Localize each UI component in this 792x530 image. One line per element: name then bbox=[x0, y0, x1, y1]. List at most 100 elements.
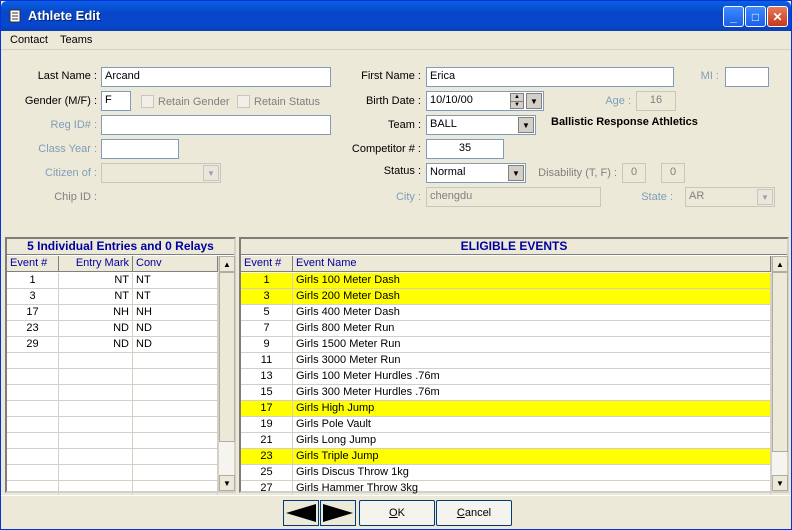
event-number[interactable]: 17 bbox=[241, 401, 293, 417]
entry-cell-empty[interactable] bbox=[59, 353, 133, 369]
gender-field[interactable]: F bbox=[101, 91, 131, 111]
entry-cell-empty[interactable] bbox=[133, 417, 218, 433]
menu-contact[interactable]: Contact bbox=[10, 34, 48, 46]
event-name[interactable]: Girls Triple Jump bbox=[293, 449, 771, 465]
event-number[interactable]: 7 bbox=[241, 321, 293, 337]
title-bar[interactable]: Athlete Edit _ □ ✕ bbox=[1, 1, 791, 31]
next-athlete-button[interactable] bbox=[320, 500, 356, 526]
entry-cell[interactable]: NT bbox=[59, 273, 133, 289]
event-number[interactable]: 13 bbox=[241, 369, 293, 385]
close-button[interactable]: ✕ bbox=[767, 6, 788, 27]
prev-athlete-button[interactable] bbox=[283, 500, 319, 526]
entries-scrollbar[interactable]: ▲ ▼ bbox=[218, 256, 235, 491]
entry-cell[interactable]: 17 bbox=[7, 305, 59, 321]
competitor-field[interactable]: 35 bbox=[426, 139, 504, 159]
entry-cell-empty[interactable] bbox=[59, 449, 133, 465]
event-number[interactable]: 11 bbox=[241, 353, 293, 369]
events-scroll-thumb[interactable] bbox=[772, 272, 788, 452]
entry-cell[interactable]: 29 bbox=[7, 337, 59, 353]
mi-field[interactable] bbox=[725, 67, 769, 87]
entry-cell-empty[interactable] bbox=[59, 465, 133, 481]
entries-scroll-thumb[interactable] bbox=[219, 272, 235, 442]
event-name[interactable]: Girls 300 Meter Hurdles .76m bbox=[293, 385, 771, 401]
first-name-field[interactable]: Erica bbox=[426, 67, 674, 87]
entry-cell[interactable]: ND bbox=[59, 337, 133, 353]
event-number[interactable]: 1 bbox=[241, 273, 293, 289]
event-name[interactable]: Girls Pole Vault bbox=[293, 417, 771, 433]
entry-cell-empty[interactable] bbox=[133, 385, 218, 401]
event-number[interactable]: 9 bbox=[241, 337, 293, 353]
birth-date-field[interactable]: 10/10/00 ▲ ▼ ▼ bbox=[426, 91, 544, 111]
col-entry-mark[interactable]: Entry Mark bbox=[59, 256, 133, 272]
birth-date-spinner[interactable]: ▲ ▼ bbox=[510, 93, 524, 109]
scroll-up-icon[interactable]: ▲ bbox=[219, 256, 235, 272]
chevron-down-icon[interactable]: ▼ bbox=[518, 117, 534, 133]
entry-cell[interactable]: ND bbox=[133, 321, 218, 337]
event-name[interactable]: Girls 100 Meter Dash bbox=[293, 273, 771, 289]
entry-cell[interactable]: 23 bbox=[7, 321, 59, 337]
entry-cell-empty[interactable] bbox=[59, 433, 133, 449]
entry-cell-empty[interactable] bbox=[133, 449, 218, 465]
entry-cell[interactable]: NT bbox=[59, 289, 133, 305]
scroll-down-icon[interactable]: ▼ bbox=[219, 475, 235, 491]
spin-up-icon[interactable]: ▲ bbox=[511, 94, 523, 101]
entry-cell-empty[interactable] bbox=[7, 369, 59, 385]
class-year-field[interactable] bbox=[101, 139, 179, 159]
entry-cell[interactable]: NH bbox=[133, 305, 218, 321]
entry-cell-empty[interactable] bbox=[133, 401, 218, 417]
event-name[interactable]: Girls Long Jump bbox=[293, 433, 771, 449]
entry-cell-empty[interactable] bbox=[7, 385, 59, 401]
event-name[interactable]: Girls 200 Meter Dash bbox=[293, 289, 771, 305]
event-name[interactable]: Girls Discus Throw 1kg bbox=[293, 465, 771, 481]
scroll-up-icon[interactable]: ▲ bbox=[772, 256, 788, 272]
maximize-button[interactable]: □ bbox=[745, 6, 766, 27]
col-event-num[interactable]: Event # bbox=[241, 256, 293, 272]
entry-cell-empty[interactable] bbox=[7, 401, 59, 417]
entry-cell[interactable]: 1 bbox=[7, 273, 59, 289]
scroll-down-icon[interactable]: ▼ bbox=[772, 475, 788, 491]
entry-cell-empty[interactable] bbox=[59, 401, 133, 417]
entry-cell[interactable]: NH bbox=[59, 305, 133, 321]
col-event-num[interactable]: Event # bbox=[7, 256, 59, 272]
entry-cell-empty[interactable] bbox=[133, 369, 218, 385]
minimize-button[interactable]: _ bbox=[723, 6, 744, 27]
event-name[interactable]: Girls 800 Meter Run bbox=[293, 321, 771, 337]
entry-cell[interactable]: NT bbox=[133, 273, 218, 289]
retain-status-checkbox[interactable] bbox=[237, 95, 250, 108]
reg-id-field[interactable] bbox=[101, 115, 331, 135]
ok-button[interactable]: OK bbox=[359, 500, 435, 526]
event-number[interactable]: 23 bbox=[241, 449, 293, 465]
entry-cell-empty[interactable] bbox=[7, 465, 59, 481]
retain-gender-checkbox[interactable] bbox=[141, 95, 154, 108]
entry-cell-empty[interactable] bbox=[133, 353, 218, 369]
event-number[interactable]: 25 bbox=[241, 465, 293, 481]
chevron-down-icon[interactable]: ▼ bbox=[526, 93, 542, 109]
col-conv[interactable]: Conv bbox=[133, 256, 218, 272]
col-event-name[interactable]: Event Name bbox=[293, 256, 771, 272]
event-name[interactable]: Girls 100 Meter Hurdles .76m bbox=[293, 369, 771, 385]
entry-cell-empty[interactable] bbox=[133, 433, 218, 449]
entry-cell[interactable]: 3 bbox=[7, 289, 59, 305]
entry-cell[interactable]: ND bbox=[59, 321, 133, 337]
event-number[interactable]: 3 bbox=[241, 289, 293, 305]
entry-cell-empty[interactable] bbox=[7, 417, 59, 433]
entry-cell[interactable]: ND bbox=[133, 337, 218, 353]
event-name[interactable]: Girls 400 Meter Dash bbox=[293, 305, 771, 321]
event-name[interactable]: Girls 1500 Meter Run bbox=[293, 337, 771, 353]
event-number[interactable]: 15 bbox=[241, 385, 293, 401]
entry-cell-empty[interactable] bbox=[133, 465, 218, 481]
events-scrollbar[interactable]: ▲ ▼ bbox=[771, 256, 788, 491]
entry-cell-empty[interactable] bbox=[7, 353, 59, 369]
event-number[interactable]: 5 bbox=[241, 305, 293, 321]
cancel-button[interactable]: Cancel bbox=[436, 500, 512, 526]
entry-cell-empty[interactable] bbox=[59, 417, 133, 433]
chevron-down-icon[interactable]: ▼ bbox=[508, 165, 524, 181]
entry-cell-empty[interactable] bbox=[7, 433, 59, 449]
status-select[interactable]: Normal ▼ bbox=[426, 163, 526, 183]
last-name-field[interactable]: Arcand bbox=[101, 67, 331, 87]
event-number[interactable]: 19 bbox=[241, 417, 293, 433]
entry-cell-empty[interactable] bbox=[59, 385, 133, 401]
event-name[interactable]: Girls High Jump bbox=[293, 401, 771, 417]
entry-cell-empty[interactable] bbox=[7, 449, 59, 465]
entry-cell[interactable]: NT bbox=[133, 289, 218, 305]
